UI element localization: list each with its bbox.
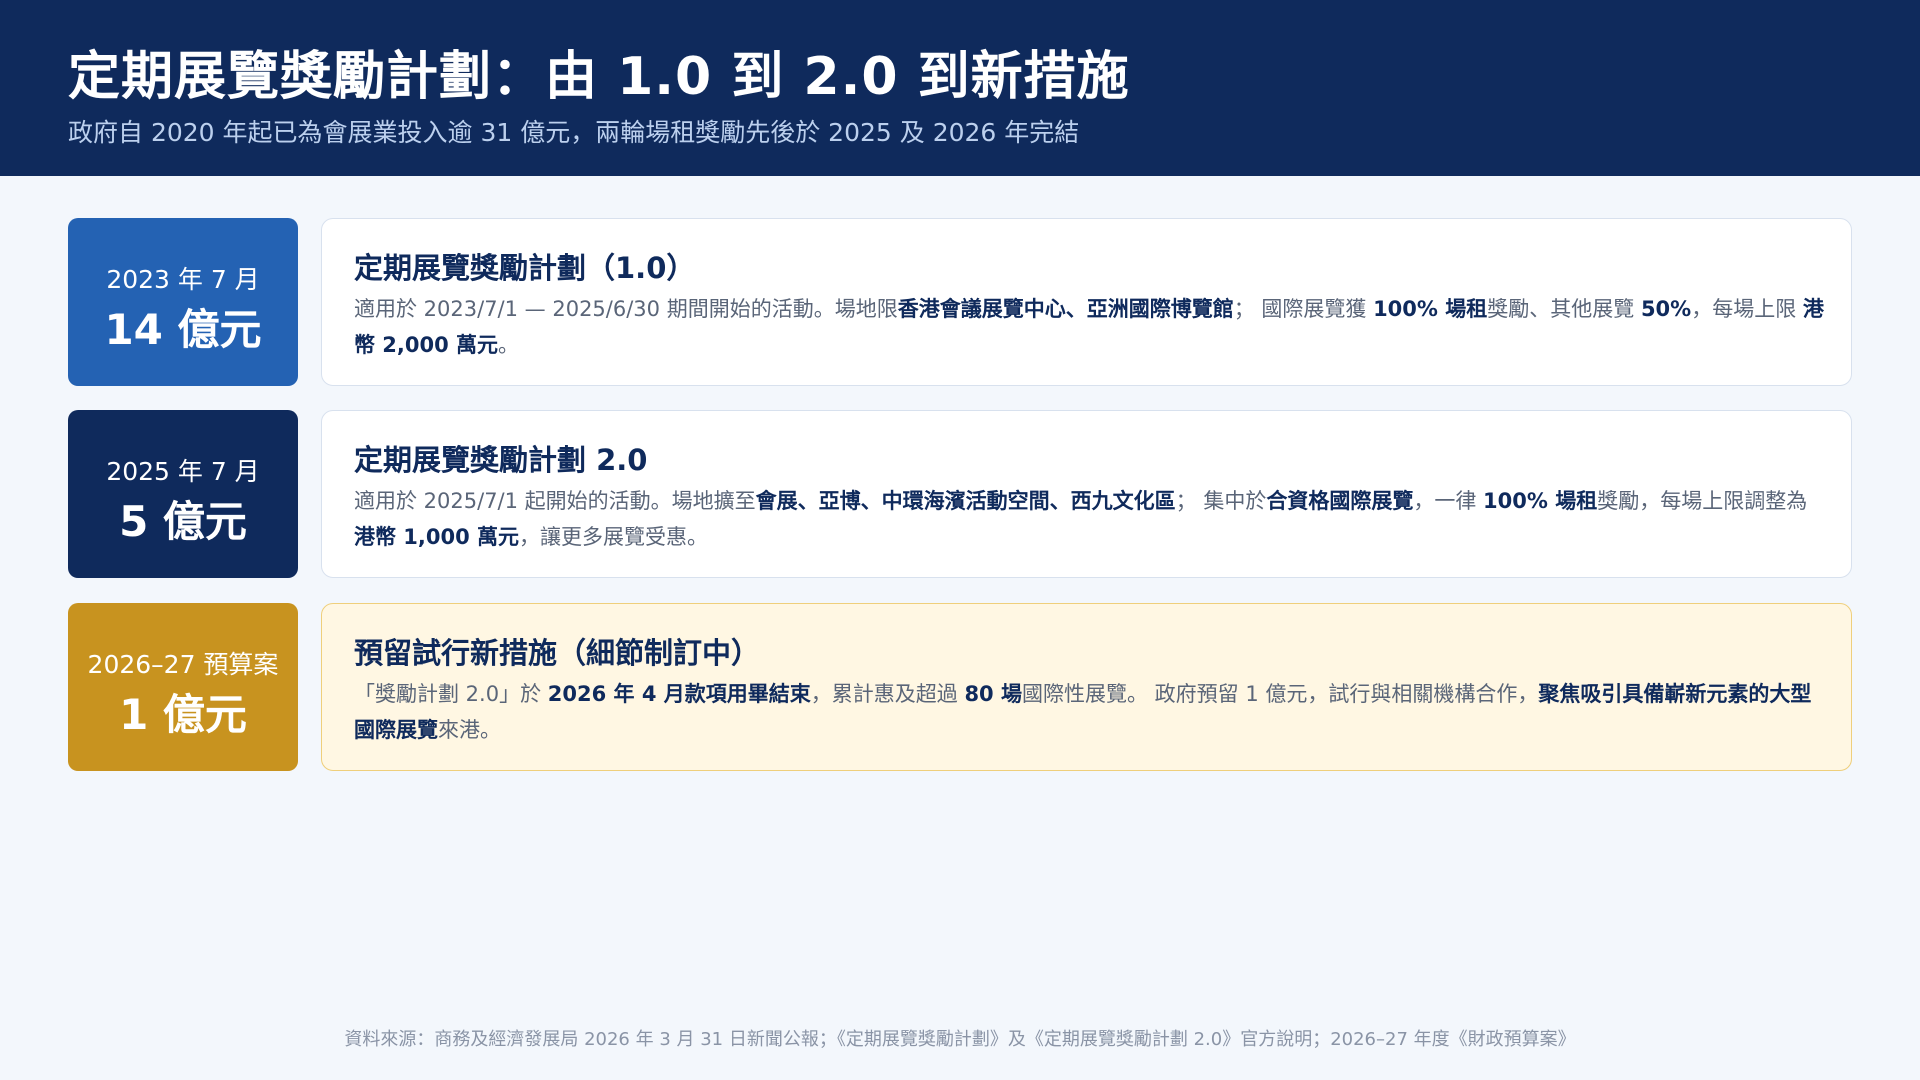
source-note: 資料來源：商務及經濟發展局 2026 年 3 月 31 日新聞公報；《定期展覽獎… <box>344 1029 1576 1050</box>
timeline-card: 定期展覽獎勵計劃 2.0 適用於 2025/7/1 起開始的活動。場地擴至會展、… <box>321 410 1852 578</box>
emphasis-text: 合資格國際展覽 <box>1266 489 1414 513</box>
timeline-item-2026: 2026–27 預算案 1 億元 預留試行新措施（細節制訂中） 「獎勵計劃 2.… <box>68 603 1852 771</box>
badge-date: 2026–27 預算案 <box>87 650 279 679</box>
emphasis-text: 100% 場租 <box>1373 297 1488 321</box>
card-title: 預留試行新措施（細節制訂中） <box>354 636 761 670</box>
page-header: 定期展覽獎勵計劃：由 1.0 到 2.0 到新措施 政府自 2020 年起已為會… <box>0 0 1920 176</box>
body-text: 國際性展覽。 政府預留 1 億元，試行與相關機構合作， <box>1021 682 1539 706</box>
timeline-badge: 2023 年 7 月 14 億元 <box>68 218 298 386</box>
badge-amount: 1 億元 <box>119 690 247 739</box>
badge-date: 2025 年 7 月 <box>106 457 260 486</box>
page-subtitle: 政府自 2020 年起已為會展業投入逾 31 億元，兩輪場租獎勵先後於 2025… <box>68 118 1080 147</box>
badge-date: 2023 年 7 月 <box>106 265 260 294</box>
body-text: ，累計惠及超過 <box>810 682 965 706</box>
emphasis-text: 2026 年 4 月款項用畢結束 <box>547 682 811 706</box>
timeline-card: 定期展覽獎勵計劃（1.0） 適用於 2023/7/1 — 2025/6/30 期… <box>321 218 1852 386</box>
body-text: ； 集中於 <box>1175 489 1267 513</box>
emphasis-text: 100% 場租 <box>1483 489 1598 513</box>
timeline-card-highlight: 預留試行新措施（細節制訂中） 「獎勵計劃 2.0」於 2026 年 4 月款項用… <box>321 603 1852 771</box>
badge-amount: 14 億元 <box>104 305 262 354</box>
body-text: 適用於 2025/7/1 起開始的活動。場地擴至 <box>354 489 756 513</box>
body-text: ，一律 <box>1413 489 1484 513</box>
body-text: 獎勵，每場上限調整為 <box>1597 489 1808 513</box>
body-text: ，每場上限 <box>1691 297 1803 321</box>
emphasis-text: 香港會議展覽中心、亞洲國際博覽館 <box>897 297 1234 321</box>
timeline-badge: 2026–27 預算案 1 億元 <box>68 603 298 771</box>
body-text: 「獎勵計劃 2.0」於 <box>354 682 548 706</box>
emphasis-text: 會展、亞博、中環海濱活動空間、西九文化區 <box>755 489 1176 513</box>
body-text: 。 <box>498 333 520 357</box>
timeline-item-2025: 2025 年 7 月 5 億元 定期展覽獎勵計劃 2.0 適用於 2025/7/… <box>68 410 1852 578</box>
body-text: ，讓更多展覽受惠。 <box>519 525 709 549</box>
card-body: 適用於 2025/7/1 起開始的活動。場地擴至會展、亞博、中環海濱活動空間、西… <box>354 483 1824 555</box>
body-text: 獎勵、其他展覽 <box>1487 297 1641 321</box>
body-text: ； 國際展覽獲 <box>1233 297 1374 321</box>
badge-amount: 5 億元 <box>119 497 247 546</box>
emphasis-text: 50% <box>1640 297 1692 321</box>
emphasis-text: 80 場 <box>964 682 1022 706</box>
body-text: 來港。 <box>438 718 501 742</box>
timeline-badge: 2025 年 7 月 5 億元 <box>68 410 298 578</box>
card-body: 適用於 2023/7/1 — 2025/6/30 期間開始的活動。場地限香港會議… <box>354 291 1824 363</box>
body-text: 適用於 2023/7/1 — 2025/6/30 期間開始的活動。場地限 <box>354 297 898 321</box>
card-title: 定期展覽獎勵計劃（1.0） <box>354 251 696 285</box>
card-title: 定期展覽獎勵計劃 2.0 <box>354 443 648 477</box>
timeline-item-2023: 2023 年 7 月 14 億元 定期展覽獎勵計劃（1.0） 適用於 2023/… <box>68 218 1852 386</box>
card-body: 「獎勵計劃 2.0」於 2026 年 4 月款項用畢結束，累計惠及超過 80 場… <box>354 676 1824 748</box>
page-title: 定期展覽獎勵計劃：由 1.0 到 2.0 到新措施 <box>68 47 1130 107</box>
emphasis-text: 港幣 1,000 萬元 <box>354 525 520 549</box>
